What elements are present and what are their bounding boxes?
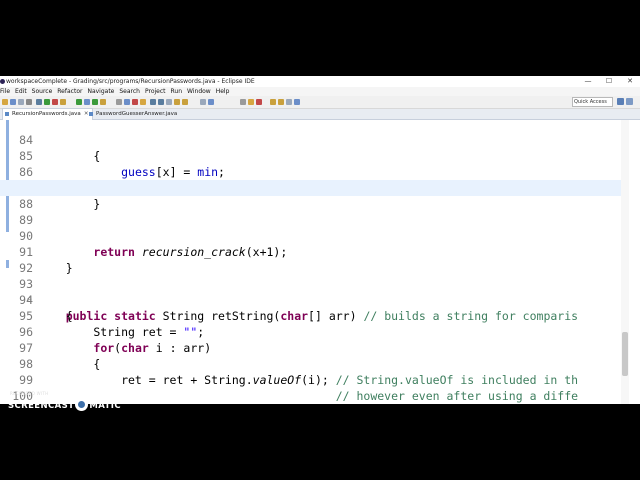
annotation-icon[interactable]: [140, 99, 146, 105]
menu-bar: File Edit Source Refactor Navigate Search Proj…: [0, 87, 640, 96]
window-title: workspaceComplete - Grading/src/programs…: [6, 78, 255, 85]
java-perspective-icon[interactable]: [617, 98, 624, 105]
main-toolbar: Quick Access: [0, 96, 640, 109]
print-icon[interactable]: [26, 99, 32, 105]
perspective-switcher: [617, 97, 637, 106]
code-line: 96 for(char i : arr): [0, 308, 623, 355]
code-line: 97 {: [0, 324, 623, 371]
scrollbar-thumb[interactable]: [622, 332, 628, 376]
code-line: 99 // however even after using a diffe: [0, 356, 623, 403]
open-type-icon[interactable]: [100, 99, 106, 105]
code-line: 92: [0, 244, 623, 275]
menu-file[interactable]: File: [0, 87, 10, 96]
code-line: 91 }: [0, 228, 623, 275]
code-line: 89: [0, 196, 623, 227]
menu-search[interactable]: Search: [119, 87, 140, 96]
code-line: 87 }: [0, 164, 623, 211]
next-annotation-icon[interactable]: [150, 99, 156, 105]
code-line: 100 }: [0, 372, 623, 403]
last-edit-icon[interactable]: [166, 99, 172, 105]
menu-project[interactable]: Project: [145, 87, 166, 96]
external-tools-icon[interactable]: [60, 99, 66, 105]
show-whitespace-icon[interactable]: [256, 99, 262, 105]
run-icon[interactable]: [44, 99, 50, 105]
recorded-with-label: RECORDED WITH: [10, 391, 49, 396]
code-editor[interactable]: 84 { 85 guess[x] = min; 86 guess[x+1]++;…: [0, 120, 640, 404]
tab-label: PasswordGuesserAnswer.java: [96, 111, 178, 117]
minimize-button[interactable]: —: [578, 76, 598, 87]
debug-icon[interactable]: [36, 99, 42, 105]
outline-icon[interactable]: [294, 99, 300, 105]
current-code-line: 88: [0, 180, 623, 211]
menu-help[interactable]: Help: [216, 87, 230, 96]
new-java-project-icon[interactable]: [76, 99, 82, 105]
new-package-icon[interactable]: [84, 99, 90, 105]
menu-navigate[interactable]: Navigate: [87, 87, 114, 96]
brand-right: MATIC: [89, 401, 121, 411]
navigate-back-icon[interactable]: [270, 99, 276, 105]
java-file-icon: [5, 112, 9, 116]
navigate-forward-icon[interactable]: [278, 99, 284, 105]
toggle-breadcrumb-icon[interactable]: [208, 99, 214, 105]
forward-icon[interactable]: [182, 99, 188, 105]
code-line: 94 {: [0, 276, 623, 323]
save-icon[interactable]: [10, 99, 16, 105]
code-line: 95 String ret = "";: [0, 292, 623, 339]
eclipse-icon: [0, 79, 5, 84]
menu-window[interactable]: Window: [187, 87, 211, 96]
java-file-icon: [89, 112, 93, 116]
brand-left: SCREENCAST: [8, 401, 75, 411]
highlight-occurrences-icon[interactable]: [248, 99, 254, 105]
new-class-icon[interactable]: [92, 99, 98, 105]
open-task-icon[interactable]: [116, 99, 122, 105]
word-wrap-icon[interactable]: [240, 99, 246, 105]
menu-refactor[interactable]: Refactor: [57, 87, 82, 96]
title-bar: workspaceComplete - Grading/src/programs…: [0, 76, 640, 87]
menu-source[interactable]: Source: [32, 87, 53, 96]
eclipse-window: workspaceComplete - Grading/src/programs…: [0, 76, 640, 404]
history-icon[interactable]: [286, 99, 292, 105]
menu-edit[interactable]: Edit: [15, 87, 27, 96]
toggle-mark-icon[interactable]: [132, 99, 138, 105]
previous-annotation-icon[interactable]: [158, 99, 164, 105]
code-line: 98 ret = ret + String.valueOf(i); // Str…: [0, 340, 623, 387]
new-icon[interactable]: [2, 99, 8, 105]
tab-password-guesser-answer[interactable]: PasswordGuesserAnswer.java: [87, 109, 181, 119]
tab-recursion-passwords[interactable]: RecursionPasswords.java ✕: [2, 108, 94, 120]
debug-perspective-icon[interactable]: [626, 98, 633, 105]
tab-label: RecursionPasswords.java: [12, 111, 81, 117]
code-line: 90 return recursion_crack(x+1);: [0, 212, 623, 259]
save-all-icon[interactable]: [18, 99, 24, 105]
editor-tab-bar: RecursionPasswords.java ✕ PasswordGuesser…: [0, 108, 640, 120]
code-line: 84 {: [0, 120, 623, 163]
code-line: 86 guess[x+1]++;: [0, 148, 623, 195]
back-icon[interactable]: [174, 99, 180, 105]
vertical-scrollbar[interactable]: [621, 120, 629, 404]
quick-access-field[interactable]: Quick Access: [572, 97, 613, 107]
code-line: 85 guess[x] = min;: [0, 132, 623, 179]
coverage-icon[interactable]: [52, 99, 58, 105]
maximize-button[interactable]: ☐: [599, 76, 619, 87]
close-button[interactable]: ✕: [620, 76, 640, 87]
menu-run[interactable]: Run: [171, 87, 183, 96]
screencast-logo-icon: [75, 398, 89, 411]
code-line: 93 ⊖ public static String retString(char…: [0, 260, 623, 323]
pin-editor-icon[interactable]: [200, 99, 206, 105]
brand-label: SCREENCAST MATIC: [8, 398, 121, 412]
screencast-o-matic-watermark: RECORDED WITH SCREENCAST MATIC: [8, 387, 128, 415]
search-icon[interactable]: [124, 99, 130, 105]
